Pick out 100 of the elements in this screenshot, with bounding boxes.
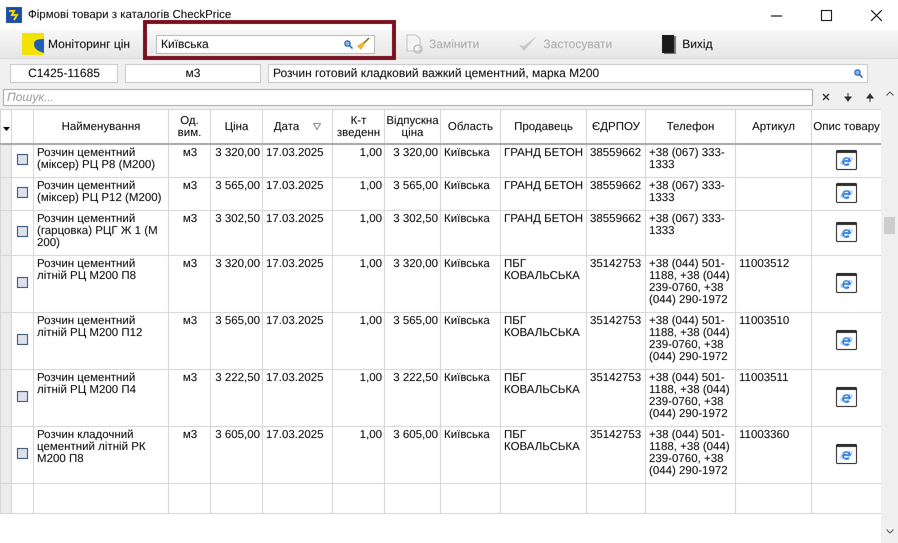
product-code-field: С1425-11685 (10, 64, 118, 82)
maximize-icon[interactable] (820, 10, 832, 20)
row-checkbox[interactable] (17, 187, 28, 198)
column-header[interactable]: Од. вим. (168, 110, 210, 144)
table-cell: 1,00 (332, 312, 384, 370)
table-cell: 3 565,00 (384, 312, 440, 370)
table-cell: 17.03.2025 (262, 370, 332, 426)
table-cell: м3 (168, 256, 210, 312)
column-header[interactable]: Артикул (736, 110, 812, 144)
table-cell: Розчин цементний літній РЦ М200 П4 (34, 370, 168, 426)
table-cell: ПБГ КОВАЛЬСЬКА (500, 426, 586, 484)
table-cell: 1,00 (332, 426, 384, 484)
table-cell: 3 565,00 (210, 312, 262, 370)
browser-page-icon (836, 150, 857, 170)
column-header[interactable]: Телефон (646, 110, 736, 144)
row-checkbox[interactable] (17, 391, 28, 402)
table-cell: 11003512 (736, 256, 812, 312)
row-checkbox[interactable] (17, 334, 28, 345)
region-filter-field[interactable]: Київська (156, 34, 376, 54)
column-header[interactable]: Область (440, 110, 500, 144)
table-cell: Київська (440, 426, 500, 484)
description-button[interactable] (836, 386, 857, 406)
table-cell: 17.03.2025 (262, 312, 332, 370)
table-cell: 11003510 (736, 312, 812, 370)
table-cell: 35142753 (586, 256, 646, 312)
table-cell: ПБГ КОВАЛЬСЬКА (500, 370, 586, 426)
table-cell: ГРАНД БЕТОН (500, 178, 586, 210)
row-checkbox[interactable] (17, 448, 28, 459)
table-cell: 17.03.2025 (262, 178, 332, 210)
table-cell: +38 (067) 333-1333 (646, 144, 736, 178)
table-cell: ГРАНД БЕТОН (500, 210, 586, 256)
description-button[interactable] (836, 330, 857, 350)
table-cell: 17.03.2025 (262, 144, 332, 178)
table-cell: м3 (168, 312, 210, 370)
table-cell: Київська (440, 370, 500, 426)
table-cell: 11003360 (736, 426, 812, 484)
window-title: Фірмові товари з каталогів CheckPrice (28, 9, 232, 21)
table-cell: 38559662 (586, 144, 646, 178)
table-cell: Розчин кладочний цементний літній РК М200 П8 (34, 426, 168, 484)
table-cell: ПБГ КОВАЛЬСЬКА (500, 256, 586, 312)
table-cell: м3 (168, 178, 210, 210)
table-cell: ГРАНД БЕТОН (500, 144, 586, 178)
column-header[interactable]: К-т зведенн (332, 110, 384, 144)
column-header[interactable]: Відпускна ціна (384, 110, 440, 144)
table-cell: Розчин цементний (гарцовка) РЦГ Ж 1 (М 200) (34, 210, 168, 256)
column-header[interactable]: ЄДРПОУ (586, 110, 646, 144)
table-cell: 1,00 (332, 210, 384, 256)
table-cell: 35142753 (586, 312, 646, 370)
table-cell: Розчин цементний (міксер) РЦ Р12 (М200) (34, 178, 168, 210)
price-monitoring-button[interactable]: Моніторинг цін (18, 32, 134, 56)
table-cell: 38559662 (586, 210, 646, 256)
table-cell: Київська (440, 312, 500, 370)
table-cell: Київська (440, 210, 500, 256)
search-icon[interactable] (854, 68, 863, 78)
app-logo-icon (6, 7, 22, 23)
table-cell: 11003511 (736, 370, 812, 426)
table-cell: Київська (440, 178, 500, 210)
table-cell: 3 222,50 (210, 370, 262, 426)
broom-icon[interactable] (356, 37, 370, 51)
close-icon[interactable] (870, 10, 882, 20)
description-button[interactable] (836, 150, 857, 170)
column-header[interactable]: Продавець (500, 110, 586, 144)
browser-page-icon (836, 272, 857, 292)
down-arrow-icon[interactable] (844, 92, 852, 102)
table-cell: 1,00 (332, 256, 384, 312)
column-header[interactable]: Ціна (210, 110, 262, 144)
table-cell: 3 222,50 (384, 370, 440, 426)
table-cell: м3 (168, 144, 210, 178)
table-cell: Розчин цементний літній РЦ М200 П8 (34, 256, 168, 312)
product-description-field[interactable]: Розчин готовий кладковий важкий цементний, марка М200 (268, 64, 868, 82)
search-icon[interactable] (344, 40, 354, 48)
browser-page-icon (836, 386, 857, 406)
dropdown-icon[interactable] (2, 126, 10, 130)
book-icon (660, 33, 678, 55)
description-button[interactable] (836, 222, 857, 242)
sort-triangle-icon[interactable] (313, 123, 322, 130)
table-cell: 17.03.2025 (262, 426, 332, 484)
up-arrow-icon[interactable] (866, 92, 874, 102)
table-cell: 3 320,00 (384, 144, 440, 178)
description-button[interactable] (836, 272, 857, 292)
table-cell: ПБГ КОВАЛЬСЬКА (500, 312, 586, 370)
table-cell: 3 320,00 (384, 256, 440, 312)
description-button[interactable] (836, 182, 857, 202)
table-cell: м3 (168, 426, 210, 484)
browser-page-icon (836, 444, 857, 464)
row-checkbox[interactable] (17, 277, 28, 288)
table-cell: 3 565,00 (210, 178, 262, 210)
table-cell: 38559662 (586, 178, 646, 210)
scroll-thumb[interactable] (884, 217, 895, 234)
row-checkbox[interactable] (17, 154, 28, 165)
description-button[interactable] (836, 444, 857, 464)
search-field[interactable]: Пошук... (3, 88, 813, 106)
row-checkbox[interactable] (17, 226, 28, 237)
table-cell: 3 302,50 (384, 210, 440, 256)
column-header[interactable]: Опис товару (812, 110, 881, 144)
exit-button[interactable]: Вихід (656, 32, 717, 56)
column-header[interactable]: Найменування (34, 110, 168, 144)
column-header[interactable]: Дата (262, 110, 332, 144)
table-cell: 3 565,00 (384, 178, 440, 210)
clear-icon[interactable] (822, 93, 830, 101)
